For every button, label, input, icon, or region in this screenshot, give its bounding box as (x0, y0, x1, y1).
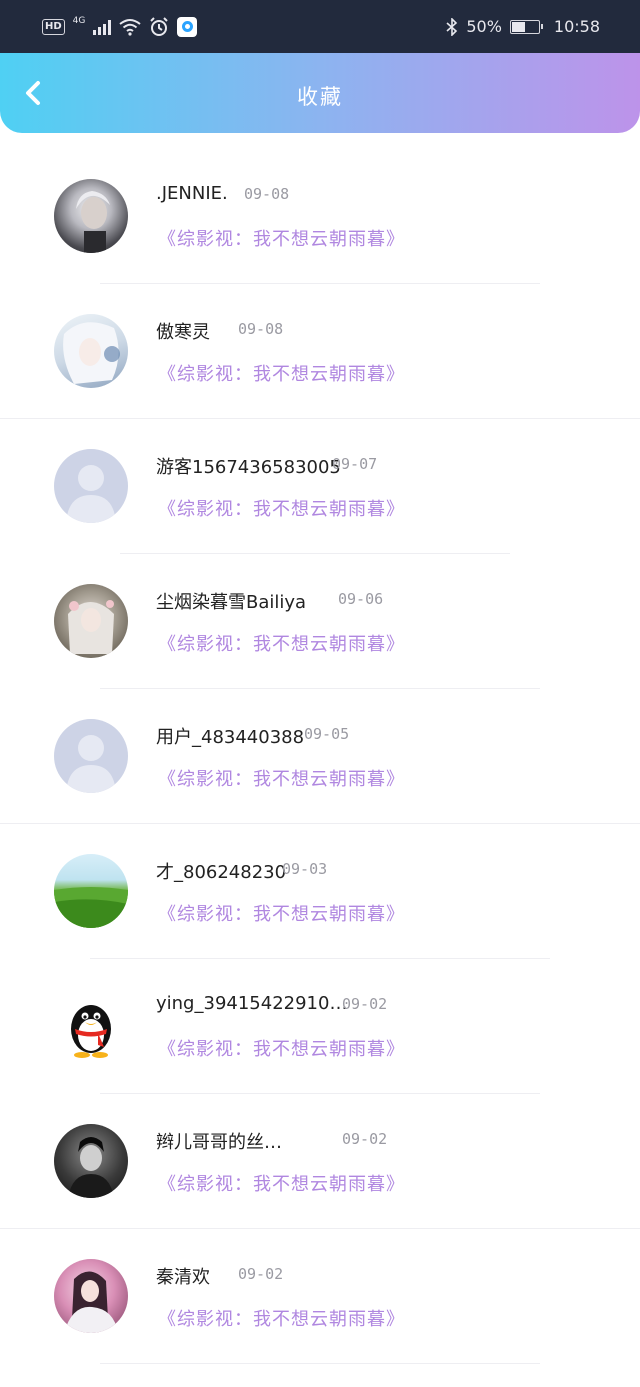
avatar (54, 989, 128, 1063)
status-left: HD 4G (42, 15, 198, 37)
list-item[interactable]: 辫儿哥哥的丝… 09-02 《综影视：我不想云朝雨暮》 (0, 1094, 640, 1229)
user-name: .JENNIE. (156, 183, 228, 204)
date: 09-05 (304, 725, 350, 743)
list-item[interactable]: .JENNIE. 09-08 《综影视：我不想云朝雨暮》 (0, 149, 640, 284)
user-name: 傲寒灵 (156, 322, 210, 343)
work-title[interactable]: 《综影视：我不想云朝雨暮》 (158, 495, 405, 521)
date: 09-02 (238, 1265, 284, 1283)
avatar (54, 584, 128, 658)
work-title[interactable]: 《综影视：我不想云朝雨暮》 (158, 1035, 405, 1061)
work-title[interactable]: 《综影视：我不想云朝雨暮》 (158, 360, 405, 386)
alarm-icon (150, 16, 169, 36)
work-title[interactable]: 《综影视：我不想云朝雨暮》 (158, 225, 405, 251)
list-item[interactable]: 傲寒灵 09-08 《综影视：我不想云朝雨暮》 (0, 284, 640, 419)
battery-percent: 50% (466, 17, 502, 36)
avatar (54, 1124, 128, 1198)
status-bar: HD 4G 50% 10:58 (0, 0, 640, 53)
favorites-list: .JENNIE. 09-08 《综影视：我不想云朝雨暮》 傲寒灵 09-08 《… (0, 149, 640, 1364)
date: 09-03 (282, 860, 328, 878)
work-title[interactable]: 《综影视：我不想云朝雨暮》 (158, 1170, 405, 1196)
user-name: 才_806248230 (156, 862, 287, 883)
wifi-icon (119, 18, 141, 36)
divider (100, 1363, 540, 1364)
work-title[interactable]: 《综影视：我不想云朝雨暮》 (158, 900, 405, 926)
avatar (54, 1259, 128, 1333)
avatar (54, 719, 128, 793)
list-item[interactable]: 游客1567436583005 09-07 《综影视：我不想云朝雨暮》 (0, 419, 640, 554)
date: 09-07 (332, 455, 378, 473)
app-header: 收藏 (0, 53, 640, 133)
app-icon (177, 16, 198, 37)
network-type: 4G (72, 15, 86, 26)
user-name: 用户_483440388 (156, 727, 305, 748)
user-name: 尘烟染暮雪Bailiya (156, 592, 307, 613)
battery-icon (509, 19, 543, 34)
avatar (54, 179, 128, 253)
date: 09-08 (238, 320, 284, 338)
date: 09-06 (338, 590, 384, 608)
list-item[interactable]: 用户_483440388 09-05 《综影视：我不想云朝雨暮》 (0, 689, 640, 824)
list-item[interactable]: 秦清欢 09-02 《综影视：我不想云朝雨暮》 (0, 1229, 640, 1364)
signal-icon (93, 19, 112, 35)
work-title[interactable]: 《综影视：我不想云朝雨暮》 (158, 1305, 405, 1331)
status-right: 50% 10:58 (446, 17, 600, 36)
avatar (54, 449, 128, 523)
bluetooth-icon (446, 17, 458, 36)
date: 09-08 (244, 185, 290, 203)
clock: 10:58 (553, 17, 600, 36)
work-title[interactable]: 《综影视：我不想云朝雨暮》 (158, 765, 405, 791)
user-name: 游客1567436583005 (156, 457, 341, 478)
user-name: ying_39415422910… (156, 993, 348, 1014)
hd-badge: HD (42, 18, 65, 35)
list-item[interactable]: 才_806248230 09-03 《综影视：我不想云朝雨暮》 (0, 824, 640, 959)
page-title: 收藏 (297, 85, 343, 109)
user-name: 秦清欢 (156, 1267, 210, 1288)
date: 09-02 (342, 995, 388, 1013)
date: 09-02 (342, 1130, 388, 1148)
list-item[interactable]: 尘烟染暮雪Bailiya 09-06 《综影视：我不想云朝雨暮》 (0, 554, 640, 689)
list-item[interactable]: ying_39415422910… 09-02 《综影视：我不想云朝雨暮》 (0, 959, 640, 1094)
work-title[interactable]: 《综影视：我不想云朝雨暮》 (158, 630, 405, 656)
user-name: 辫儿哥哥的丝… (156, 1132, 282, 1153)
avatar (54, 314, 128, 388)
avatar (54, 854, 128, 928)
